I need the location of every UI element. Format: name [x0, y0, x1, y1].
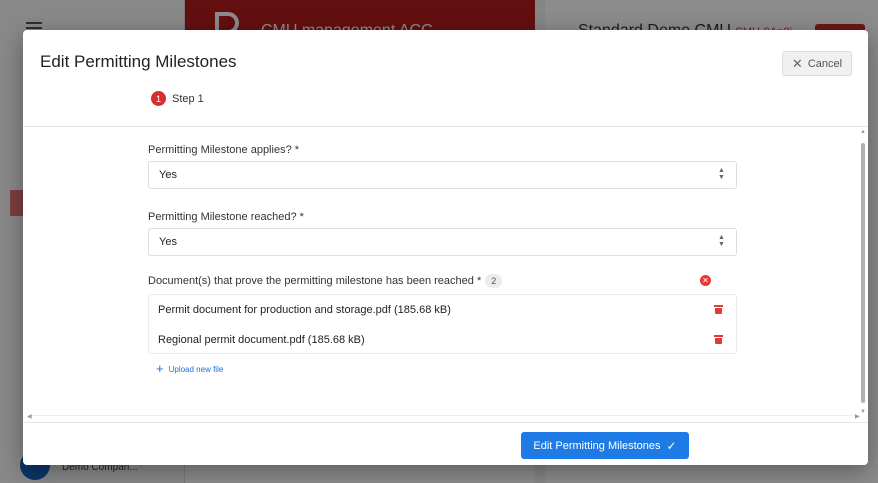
milestone-applies-select[interactable]: Yes ▲ ▼: [148, 161, 737, 189]
documents-label: Document(s) that prove the permitting mi…: [148, 274, 503, 288]
file-name: Regional permit document.pdf (185.68 kB): [158, 333, 365, 346]
dialog-header: Edit Permitting Milestones ✕ Cancel 1 St…: [23, 30, 868, 127]
milestone-reached-value: Yes: [159, 236, 177, 248]
close-icon: ✕: [791, 55, 803, 71]
dialog-footer: Edit Permitting Milestones ✓: [23, 422, 868, 465]
edit-milestones-dialog: Edit Permitting Milestones ✕ Cancel 1 St…: [23, 30, 868, 465]
milestone-reached-select[interactable]: Yes ▲ ▼: [148, 228, 737, 256]
cancel-button[interactable]: ✕ Cancel: [782, 51, 852, 76]
scroll-down-icon: ▼: [860, 409, 866, 415]
dialog-title: Edit Permitting Milestones: [40, 52, 237, 71]
scroll-left-icon: ◀: [27, 414, 32, 420]
step-label: Step 1: [172, 92, 204, 105]
milestone-reached-label: Permitting Milestone reached? *: [148, 211, 304, 223]
dialog-body[interactable]: Permitting Milestone applies? * Yes ▲ ▼ P…: [23, 127, 868, 422]
upload-new-file-link[interactable]: + Upload new file: [156, 361, 224, 376]
step-indicator: 1 Step 1: [151, 91, 204, 106]
clear-circle-icon[interactable]: ✕: [700, 275, 711, 286]
scrollbar-thumb[interactable]: [861, 143, 865, 403]
trash-icon[interactable]: [714, 305, 723, 314]
horizontal-scrollbar[interactable]: ◀ ▶: [27, 414, 860, 421]
file-name: Permit document for production and stora…: [158, 303, 451, 316]
documents-label-text: Document(s) that prove the permitting mi…: [148, 275, 482, 287]
check-icon: ✓: [666, 438, 677, 453]
milestone-applies-value: Yes: [159, 169, 177, 181]
select-arrows-icon: ▲ ▼: [718, 167, 725, 181]
scroll-right-icon: ▶: [855, 414, 860, 420]
plus-icon: +: [156, 361, 164, 376]
upload-label: Upload new file: [168, 364, 224, 374]
trash-icon[interactable]: [714, 335, 723, 344]
vertical-scrollbar[interactable]: ▲ ▼: [860, 129, 866, 415]
submit-button-label: Edit Permitting Milestones: [533, 439, 661, 452]
documents-count-badge: 2: [485, 274, 503, 288]
select-arrows-icon: ▲ ▼: [718, 234, 725, 248]
milestone-applies-label: Permitting Milestone applies? *: [148, 144, 300, 156]
list-item: Permit document for production and stora…: [149, 295, 736, 324]
step-number-badge: 1: [151, 91, 166, 106]
scroll-up-icon: ▲: [860, 129, 866, 135]
documents-list: Permit document for production and stora…: [148, 294, 737, 354]
edit-permitting-milestones-button[interactable]: Edit Permitting Milestones ✓: [521, 432, 689, 459]
list-item: Regional permit document.pdf (185.68 kB): [149, 325, 736, 354]
cancel-button-label: Cancel: [807, 57, 843, 70]
